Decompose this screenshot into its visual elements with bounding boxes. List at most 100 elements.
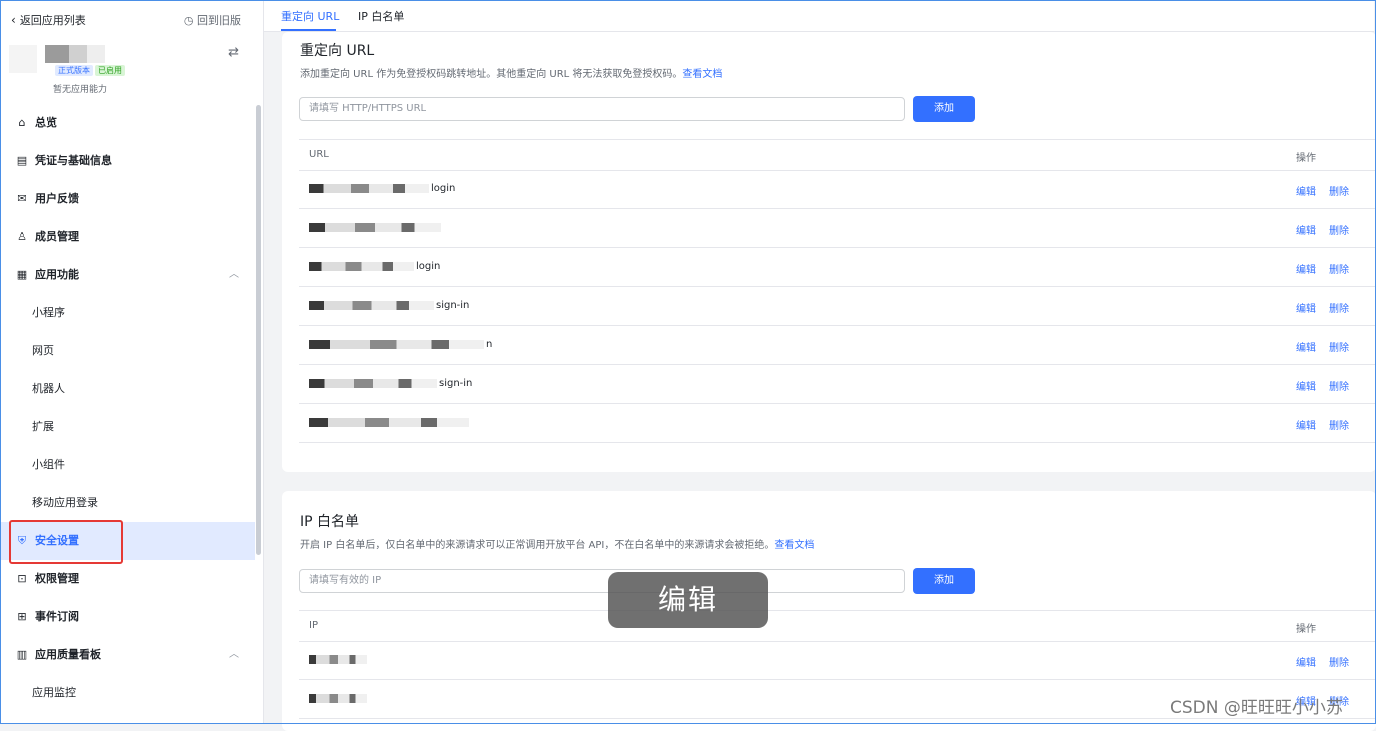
table-row: login 编辑 删除 [299,248,1376,287]
table-row: 编辑 删除 [299,209,1376,248]
sidebar-item-widget[interactable]: 小组件 [1,446,255,484]
redirect-table-header: URL 操作 [299,139,1376,171]
sidebar-item-label: 成员管理 [35,230,79,243]
tab-redirect-url[interactable]: 重定向 URL [281,8,339,24]
old-version-label: 回到旧版 [197,14,241,27]
redacted-url [309,378,437,388]
delete-link[interactable]: 删除 [1329,417,1349,432]
delete-link[interactable]: 删除 [1329,261,1349,276]
history-icon: ◷ [183,14,194,27]
edit-link[interactable]: 编辑 [1296,261,1316,276]
app-ability-text: 暂无应用能力 [53,85,108,95]
active-tab-indicator [281,29,336,31]
redirect-doc-link[interactable]: 查看文档 [682,69,722,80]
redacted-ip [309,693,367,703]
ip-table-header: IP 操作 [299,610,1376,642]
sidebar-item-permissions[interactable]: ⊡ 权限管理 [1,560,255,598]
app-info: 正式版本 已启用 ⇄ 暂无应用能力 [9,45,249,105]
sidebar-item-quality-board[interactable]: ▥ 应用质量看板 ︿ [1,636,255,674]
sidebar-item-feedback[interactable]: ✉ 用户反馈 [1,180,255,218]
redacted-url [309,183,429,193]
delete-link[interactable]: 删除 [1329,183,1349,198]
edit-link[interactable]: 编辑 [1296,417,1316,432]
sidebar-item-label: 事件订阅 [35,610,79,623]
ip-desc-text: 开启 IP 白名单后，仅白名单中的来源请求可以正常调用开放平台 API，不在白名… [300,540,775,551]
sidebar-item-overview[interactable]: ⌂ 总览 [1,104,255,142]
ip-doc-link[interactable]: 查看文档 [774,540,814,551]
redirect-section-title: 重定向 URL [300,43,375,59]
edit-link[interactable]: 编辑 [1296,183,1316,198]
sidebar-scrollbar[interactable] [256,105,261,555]
url-suffix: sign-in [436,300,470,311]
back-to-old-version-link[interactable]: ◷ 回到旧版 [184,12,241,28]
redacted-url [309,300,434,310]
chevron-up-icon: ︿ [229,649,239,660]
sidebar-item-label: 应用功能 [35,268,79,281]
sidebar-item-mobile-login[interactable]: 移动应用登录 [1,484,255,522]
sidebar-item-label: 总览 [35,116,57,129]
ip-section-title: IP 白名单 [300,514,360,530]
sidebar-item-label: 机器人 [32,382,65,395]
sidebar-topbar: ‹ 返回应用列表 ◷ 回到旧版 [11,12,251,28]
switch-app-icon[interactable]: ⇄ [228,45,239,60]
add-ip-button[interactable]: 添加 [913,568,975,594]
delete-link[interactable]: 删除 [1329,378,1349,393]
sidebar: ‹ 返回应用列表 ◷ 回到旧版 正式版本 已启用 ⇄ 暂无应用能力 ⌂ 总览 ▤ 凭证… [1,1,264,723]
chevron-left-icon: ‹ [11,13,16,27]
sidebar-item-web[interactable]: 网页 [1,332,255,370]
app-name-redacted [45,45,105,63]
grid-icon: ▦ [16,268,28,281]
toast-overlay: 编辑 [608,572,768,628]
column-header-action: 操作 [1296,624,1316,635]
ip-cell [309,654,369,665]
chart-icon: ▥ [16,648,28,661]
sidebar-menu: ⌂ 总览 ▤ 凭证与基础信息 ✉ 用户反馈 ♙ 成员管理 ▦ 应用功能 ︿ 小程序 网页 机… [1,104,255,712]
table-row: sign-in 编辑 删除 [299,365,1376,404]
sidebar-item-label: 小组件 [32,458,65,471]
url-suffix: n [486,339,493,350]
url-cell: login [309,261,440,272]
redacted-ip [309,654,367,664]
edit-link[interactable]: 编辑 [1296,339,1316,354]
sidebar-item-app-features[interactable]: ▦ 应用功能 ︿ [1,256,255,294]
url-cell: n [309,339,492,350]
delete-link[interactable]: 删除 [1329,339,1349,354]
url-cell: sign-in [309,378,472,389]
ip-input[interactable]: 请填写有效的 IP [299,569,905,593]
redacted-url [309,222,441,232]
sidebar-item-events[interactable]: ⊞ 事件订阅 [1,598,255,636]
person-icon: ♙ [17,230,27,243]
sidebar-item-credentials[interactable]: ▤ 凭证与基础信息 [1,142,255,180]
edit-link[interactable]: 编辑 [1296,222,1316,237]
event-icon: ⊞ [17,610,27,623]
sidebar-item-label: 用户反馈 [35,192,79,205]
url-suffix: login [416,261,441,272]
sidebar-item-members[interactable]: ♙ 成员管理 [1,218,255,256]
sidebar-item-label: 网页 [32,344,54,357]
edit-link[interactable]: 编辑 [1296,300,1316,315]
sidebar-item-monitoring[interactable]: 应用监控 [1,674,255,712]
redacted-url [309,339,484,349]
add-redirect-url-button[interactable]: 添加 [913,96,975,122]
delete-link[interactable]: 删除 [1329,654,1349,669]
column-header-action: 操作 [1296,153,1316,164]
sidebar-item-label: 凭证与基础信息 [35,154,112,167]
tab-ip-whitelist[interactable]: IP 白名单 [358,8,404,24]
sidebar-item-label: 小程序 [32,306,65,319]
delete-link[interactable]: 删除 [1329,300,1349,315]
tab-bar: 重定向 URL IP 白名单 [264,1,1374,32]
delete-link[interactable]: 删除 [1329,222,1349,237]
sidebar-item-label: 应用监控 [32,686,76,699]
home-icon: ⌂ [18,116,26,129]
redirect-url-input[interactable]: 请填写 HTTP/HTTPS URL [299,97,905,121]
version-badge: 正式版本 [55,65,93,76]
edit-link[interactable]: 编辑 [1296,654,1316,669]
edit-link[interactable]: 编辑 [1296,378,1316,393]
back-to-app-list-link[interactable]: ‹ 返回应用列表 [11,12,86,28]
sidebar-item-mini-program[interactable]: 小程序 [1,294,255,332]
back-label: 返回应用列表 [19,14,86,27]
sidebar-item-extension[interactable]: 扩展 [1,408,255,446]
sidebar-item-bot[interactable]: 机器人 [1,370,255,408]
table-row: sign-in 编辑 删除 [299,287,1376,326]
status-badge: 已启用 [95,65,125,76]
